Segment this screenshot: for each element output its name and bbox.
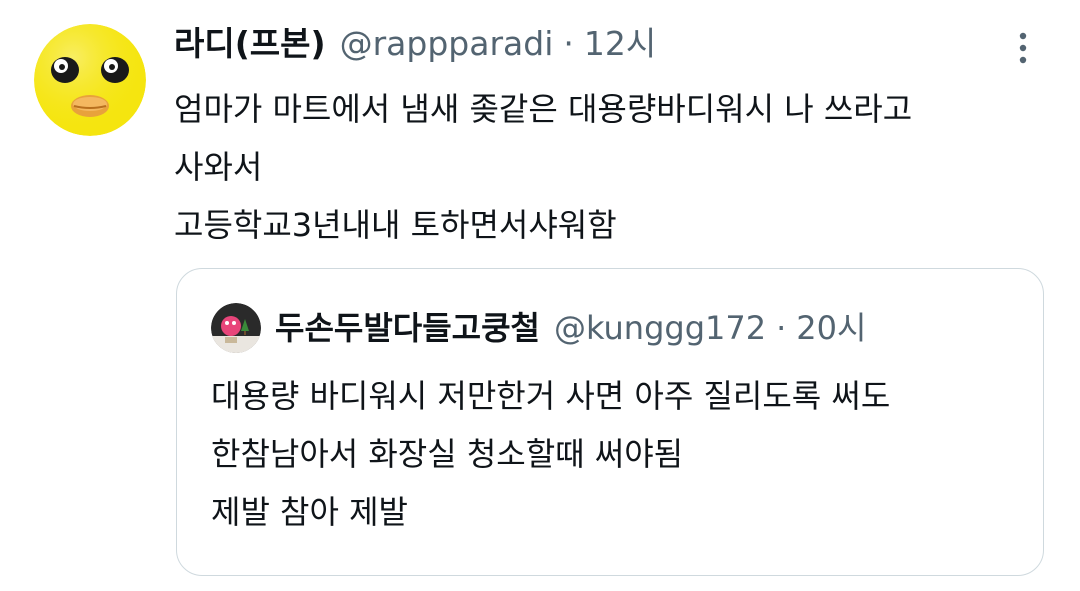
quoted-author-handle[interactable]: @kunggg172 bbox=[554, 305, 766, 351]
quoted-tweet-header: 두손두발다들고쿵철 @kunggg172 · 20시 bbox=[275, 305, 866, 351]
author-avatar[interactable] bbox=[34, 24, 146, 136]
quoted-tweet-card[interactable]: 두손두발다들고쿵철 @kunggg172 · 20시 대용량 바디워시 저만한거… bbox=[176, 268, 1044, 576]
character-avatar-icon bbox=[211, 303, 261, 353]
tweet-text-line: 엄마가 마트에서 냄새 좆같은 대용량바디워시 나 쓰라고 bbox=[174, 90, 913, 128]
separator-dot: · bbox=[776, 309, 787, 347]
quoted-text-line: 제발 참아 제발 bbox=[211, 493, 408, 531]
more-vertical-icon[interactable] bbox=[1008, 28, 1038, 68]
author-handle[interactable]: @rappparadi bbox=[340, 22, 554, 66]
separator-dot: · bbox=[563, 24, 574, 63]
tweet-text-line: 고등학교3년내내 토하면서샤워함 bbox=[174, 206, 617, 244]
quoted-author-avatar[interactable] bbox=[211, 303, 261, 353]
quoted-tweet-timestamp[interactable]: 20시 bbox=[796, 305, 866, 351]
quoted-text-line: 한참남아서 화장실 청소할때 써야됨 bbox=[211, 435, 684, 473]
tweet-timestamp[interactable]: 12시 bbox=[584, 22, 656, 66]
quoted-tweet-text: 대용량 바디워시 저만한거 사면 아주 질리도록 써도 한참남아서 화장실 청소… bbox=[211, 367, 1031, 541]
yellow-duck-face-avatar-icon bbox=[34, 24, 146, 136]
tweet-text-line: 사와서 bbox=[174, 148, 263, 186]
tweet-text: 엄마가 마트에서 냄새 좆같은 대용량바디워시 나 쓰라고 사와서 고등학교3년… bbox=[174, 80, 1044, 254]
tweet-header: 라디(프본) @rappparadi · 12시 bbox=[174, 22, 656, 66]
quoted-author-display-name[interactable]: 두손두발다들고쿵철 bbox=[275, 305, 540, 351]
quoted-text-line: 대용량 바디워시 저만한거 사면 아주 질리도록 써도 bbox=[211, 377, 891, 415]
author-display-name[interactable]: 라디(프본) bbox=[174, 22, 326, 66]
